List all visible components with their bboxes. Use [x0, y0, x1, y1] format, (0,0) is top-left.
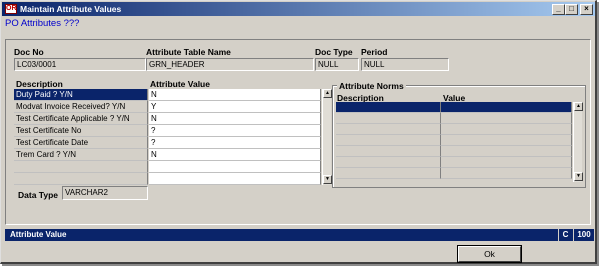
attribute-value-input[interactable]: ?	[149, 137, 321, 149]
form-heading: PO Attributes ???	[5, 18, 80, 29]
norms-value-cell[interactable]	[441, 113, 572, 124]
norms-description-cell[interactable]	[336, 157, 441, 168]
data-type-label: Data Type	[18, 190, 58, 200]
doc-type-field[interactable]: NULL	[315, 58, 359, 71]
doc-no-field[interactable]: LC03/0001	[14, 58, 146, 71]
period-label: Period	[361, 47, 388, 57]
norms-value-cell[interactable]	[441, 102, 572, 113]
doc-no-label: Doc No	[14, 47, 44, 57]
app-icon: OR	[5, 4, 17, 14]
norms-value-cell[interactable]	[441, 146, 572, 157]
norms-description-cell[interactable]	[336, 124, 441, 135]
norms-description-cell[interactable]	[336, 113, 441, 124]
attribute-norms-title: Attribute Norms	[337, 81, 406, 91]
scroll-down-icon[interactable]: ▼	[323, 175, 332, 184]
attribute-grid-scrollbar[interactable]: ▲ ▼	[322, 89, 332, 185]
attribute-description: Test Certificate Applicable ? Y/N	[14, 113, 148, 125]
status-text: Attribute Value	[10, 230, 67, 239]
norms-description-cell[interactable]	[336, 168, 441, 179]
attribute-table-name-field[interactable]: GRN_HEADER	[146, 58, 314, 71]
attribute-description: Test Certificate No	[14, 125, 148, 137]
attribute-description: Test Certificate Date	[14, 137, 148, 149]
norms-value-cell[interactable]	[441, 168, 572, 179]
window-controls: _ □ ×	[552, 4, 593, 15]
status-count: 100	[573, 229, 594, 241]
maintain-attribute-values-window: OR Maintain Attribute Values _ □ × PO At…	[0, 0, 597, 264]
attribute-value-input[interactable]: N	[149, 149, 321, 161]
norms-description-cell[interactable]	[336, 102, 441, 113]
norms-value-cell[interactable]	[441, 135, 572, 146]
attribute-value-input[interactable]: Y	[149, 101, 321, 113]
norms-description-cell[interactable]	[336, 135, 441, 146]
attribute-table-name-label: Attribute Table Name	[146, 47, 231, 57]
attribute-norms-scrollbar[interactable]: ▲ ▼	[573, 102, 583, 182]
attribute-value-input[interactable]	[149, 161, 321, 173]
status-mode: C	[558, 229, 572, 241]
attribute-description: Trem Card ? Y/N	[14, 149, 148, 161]
attribute-description	[14, 161, 148, 173]
attribute-value-input[interactable]: ?	[149, 125, 321, 137]
attribute-value-input[interactable]: N	[149, 89, 321, 101]
ok-button[interactable]: Ok	[458, 246, 521, 262]
attribute-description: Duty Paid ? Y/N	[14, 89, 148, 101]
attribute-description	[14, 173, 148, 185]
scroll-up-icon[interactable]: ▲	[574, 102, 583, 111]
title-bar[interactable]: OR Maintain Attribute Values _ □ ×	[2, 2, 595, 16]
norms-value-cell[interactable]	[441, 157, 572, 168]
scroll-up-icon[interactable]: ▲	[323, 89, 332, 98]
attribute-value-column-header: Attribute Value	[150, 79, 210, 89]
period-field[interactable]: NULL	[361, 58, 449, 71]
window-title: Maintain Attribute Values	[20, 4, 122, 14]
description-column-header: Description	[16, 79, 63, 89]
attribute-value-input[interactable]: N	[149, 113, 321, 125]
doc-type-label: Doc Type	[315, 47, 353, 57]
data-type-field[interactable]: VARCHAR2	[62, 186, 148, 200]
norms-value-cell[interactable]	[441, 124, 572, 135]
minimize-button[interactable]: _	[552, 4, 565, 15]
close-button[interactable]: ×	[580, 4, 593, 15]
attribute-norms-group: Attribute Norms Description Value ▲ ▼	[332, 81, 586, 188]
norms-description-cell[interactable]	[336, 146, 441, 157]
scroll-down-icon[interactable]: ▼	[574, 172, 583, 181]
attribute-description: Modvat Invoice Received? Y/N	[14, 101, 148, 113]
status-bar: Attribute Value C 100	[5, 229, 594, 241]
maximize-button[interactable]: □	[565, 4, 578, 15]
attribute-value-input[interactable]	[149, 173, 321, 185]
